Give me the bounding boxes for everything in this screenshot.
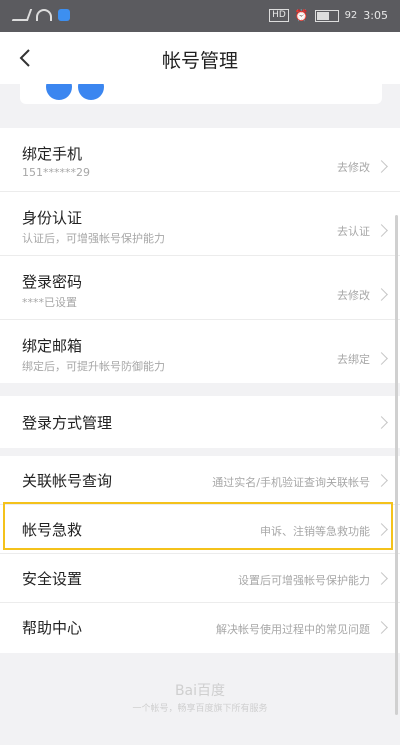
item-action: 去修改: [337, 161, 370, 174]
list-item-login-method[interactable]: 登录方式管理: [0, 396, 400, 448]
top-bar: 帐号管理: [0, 32, 400, 84]
chevron-right-icon: [375, 523, 388, 536]
avatar-icon: [46, 84, 72, 100]
scrollbar[interactable]: [395, 215, 398, 715]
chevron-right-icon: [375, 288, 388, 301]
status-bar: HD ⏰ 92 3:05: [0, 0, 400, 32]
item-title: 关联帐号查询: [22, 472, 113, 490]
item-subtitle: 绑定后，可提升帐号防御能力: [22, 360, 165, 373]
item-title: 绑定手机: [22, 145, 83, 163]
list-item-help-center[interactable]: 帮助中心 解决帐号使用过程中的常见问题: [0, 603, 400, 653]
item-description: 通过实名/手机验证查询关联帐号: [212, 476, 370, 489]
item-description: 申诉、注销等急救功能: [260, 525, 370, 538]
account-card: [20, 84, 382, 104]
chevron-right-icon: [375, 160, 388, 173]
account-binding-section: 绑定手机 151******29 去修改 身份认证 认证后，可增强帐号保护能力 …: [0, 128, 400, 383]
chevron-right-icon: [375, 224, 388, 237]
app-notification-icon: [58, 9, 70, 21]
list-item-password[interactable]: 登录密码 ****已设置 去修改: [0, 256, 400, 320]
list-item-identity[interactable]: 身份认证 认证后，可增强帐号保护能力 去认证: [0, 192, 400, 256]
chevron-right-icon: [375, 474, 388, 487]
list-item-account-rescue[interactable]: 帐号急救 申诉、注销等急救功能: [0, 505, 400, 554]
item-subtitle: ****已设置: [22, 296, 77, 309]
list-item-bind-email[interactable]: 绑定邮箱 绑定后，可提升帐号防御能力 去绑定: [0, 320, 400, 383]
item-title: 登录方式管理: [22, 414, 113, 432]
item-title: 身份认证: [22, 209, 83, 227]
item-action: 去认证: [337, 225, 370, 238]
item-description: 解决帐号使用过程中的常见问题: [216, 623, 370, 636]
item-subtitle: 151******29: [22, 166, 90, 179]
item-title: 绑定邮箱: [22, 337, 83, 355]
baidu-logo: Bai百度: [174, 683, 226, 699]
item-title: 帮助中心: [22, 619, 83, 637]
wifi-icon: [36, 9, 52, 21]
list-item-bind-phone[interactable]: 绑定手机 151******29 去修改: [0, 128, 400, 192]
item-action: 去修改: [337, 289, 370, 302]
login-method-section: 登录方式管理: [0, 396, 400, 448]
chevron-right-icon: [375, 352, 388, 365]
item-action: 去绑定: [337, 353, 370, 366]
item-title: 安全设置: [22, 570, 83, 588]
page-title: 帐号管理: [161, 50, 238, 72]
item-title: 帐号急救: [22, 521, 83, 539]
clock: 3:05: [363, 9, 388, 22]
chevron-right-icon: [375, 621, 388, 634]
avatar-icon: [78, 84, 104, 100]
item-description: 设置后可增强帐号保护能力: [238, 574, 370, 587]
item-subtitle: 认证后，可增强帐号保护能力: [22, 232, 165, 245]
list-item-linked-accounts[interactable]: 关联帐号查询 通过实名/手机验证查询关联帐号: [0, 456, 400, 505]
battery-level: 92: [344, 10, 358, 21]
signal-icon: [11, 9, 33, 21]
chevron-right-icon: [375, 572, 388, 585]
chevron-right-icon: [375, 416, 388, 429]
footer-slogan: 一个帐号，畅享百度旗下所有服务: [132, 704, 268, 714]
list-item-security-settings[interactable]: 安全设置 设置后可增强帐号保护能力: [0, 554, 400, 603]
hd-icon: HD: [269, 9, 289, 22]
alarm-icon: ⏰: [294, 9, 309, 22]
item-title: 登录密码: [22, 273, 83, 291]
battery-icon: [314, 9, 339, 22]
account-tools-section: 关联帐号查询 通过实名/手机验证查询关联帐号 帐号急救 申诉、注销等急救功能 安…: [0, 456, 400, 653]
